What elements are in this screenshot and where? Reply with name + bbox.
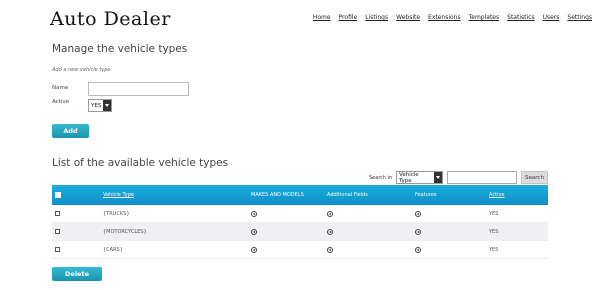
row-checkbox[interactable] bbox=[55, 247, 60, 252]
row-checkbox[interactable] bbox=[55, 211, 60, 216]
brand-logo: Auto Dealer bbox=[50, 8, 171, 30]
row-vehicle-type: {MOTORCYCLES} bbox=[103, 228, 147, 235]
manage-heading: Manage the vehicle types bbox=[52, 43, 188, 55]
search-button[interactable]: Search bbox=[521, 171, 548, 184]
search-input[interactable] bbox=[447, 171, 517, 184]
table-row: {MOTORCYCLES} YES bbox=[52, 223, 548, 241]
makes-models-arrow-icon[interactable] bbox=[251, 246, 257, 253]
row-active: YES bbox=[489, 210, 499, 217]
select-all-checkbox[interactable] bbox=[55, 192, 61, 198]
makes-models-arrow-icon[interactable] bbox=[251, 210, 257, 217]
additional-fields-arrow-icon[interactable] bbox=[327, 246, 333, 253]
nav-home[interactable]: Home bbox=[313, 14, 331, 21]
list-heading: List of the available vehicle types bbox=[52, 157, 229, 169]
nav-extensions[interactable]: Extensions bbox=[428, 14, 461, 21]
column-vehicle-type[interactable]: Vehicle Type bbox=[103, 192, 134, 198]
table-row: {CARS} YES bbox=[52, 241, 548, 259]
nav-statistics[interactable]: Statistics bbox=[507, 14, 534, 21]
additional-fields-arrow-icon[interactable] bbox=[327, 228, 333, 235]
column-features: Features bbox=[415, 192, 437, 198]
additional-fields-arrow-icon[interactable] bbox=[327, 210, 333, 217]
row-checkbox[interactable] bbox=[55, 229, 60, 234]
table-row: {TRUCKS} YES bbox=[52, 205, 548, 223]
active-select[interactable]: YES bbox=[88, 99, 112, 112]
nav-website[interactable]: Website bbox=[396, 14, 420, 21]
chevron-down-icon bbox=[434, 172, 442, 183]
column-active[interactable]: Active bbox=[489, 192, 504, 198]
features-arrow-icon[interactable] bbox=[415, 210, 421, 217]
active-select-value: YES bbox=[91, 102, 102, 109]
search-field-select[interactable]: Vehicle Type bbox=[396, 171, 443, 184]
add-button[interactable]: Add bbox=[52, 124, 89, 138]
name-input[interactable] bbox=[88, 82, 189, 96]
column-additional-fields: Additional Fields bbox=[327, 192, 368, 198]
vehicle-types-table: Vehicle Type MAKES AND MODELS Additional… bbox=[52, 185, 548, 259]
row-vehicle-type: {TRUCKS} bbox=[103, 210, 130, 217]
row-vehicle-type: {CARS} bbox=[103, 246, 123, 253]
search-field-value: Vehicle Type bbox=[399, 171, 419, 184]
nav-templates[interactable]: Templates bbox=[469, 14, 500, 21]
name-label: Name bbox=[52, 85, 69, 91]
add-subheading: Add a new vehicle type bbox=[52, 67, 111, 73]
row-active: YES bbox=[489, 246, 499, 253]
nav-settings[interactable]: Settings bbox=[567, 14, 592, 21]
nav-users[interactable]: Users bbox=[543, 14, 560, 21]
features-arrow-icon[interactable] bbox=[415, 246, 421, 253]
nav-listings[interactable]: Listings bbox=[365, 14, 388, 21]
makes-models-arrow-icon[interactable] bbox=[251, 228, 257, 235]
column-makes-models: MAKES AND MODELS bbox=[251, 192, 304, 198]
nav-profile[interactable]: Profile bbox=[339, 14, 358, 21]
active-label: Active bbox=[52, 99, 70, 105]
features-arrow-icon[interactable] bbox=[415, 228, 421, 235]
delete-button[interactable]: Delete bbox=[52, 267, 102, 281]
row-active: YES bbox=[489, 228, 499, 235]
search-in-label: Search in bbox=[369, 175, 393, 181]
chevron-down-icon bbox=[103, 100, 111, 111]
table-header: Vehicle Type MAKES AND MODELS Additional… bbox=[52, 185, 548, 205]
top-navigation: Home Profile Listings Website Extensions… bbox=[313, 14, 592, 21]
